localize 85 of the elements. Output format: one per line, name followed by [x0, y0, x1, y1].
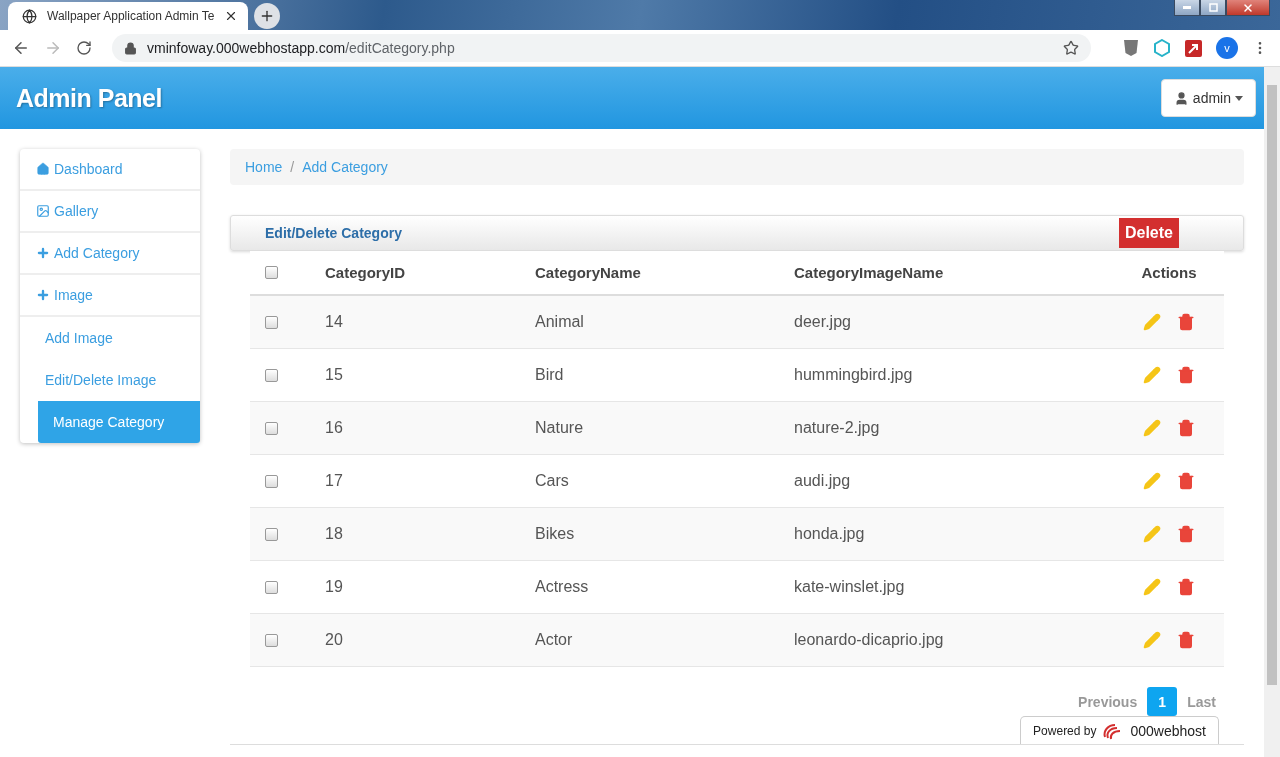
breadcrumb-separator: /	[290, 159, 295, 175]
restore-button[interactable]	[1200, 0, 1226, 16]
table-cell-text: kate-winslet.jpg	[793, 578, 906, 596]
delete-icon[interactable]	[1177, 525, 1195, 543]
column-header: CategoryImageName	[793, 264, 945, 281]
browser-tab[interactable]: Wallpaper Application Admin Te	[8, 2, 249, 30]
sidebar-item-label: Dashboard	[54, 161, 123, 177]
close-button[interactable]	[1226, 0, 1270, 16]
table-cell-text: 18	[324, 525, 344, 543]
checkbox[interactable]	[265, 368, 278, 382]
table-cell-text: deer.jpg	[793, 313, 852, 331]
sidebar-item[interactable]: Dashboard	[20, 149, 200, 191]
table-cell-text: Actor	[534, 631, 574, 649]
table-cell-text: 15	[324, 366, 344, 384]
user-menu-button[interactable]: admin	[1160, 79, 1256, 117]
table-cell-text: Nature	[534, 419, 585, 437]
table-cell-text: Bird	[534, 366, 565, 384]
checkbox[interactable]	[265, 266, 278, 279]
close-icon	[1242, 1, 1254, 14]
previous-link[interactable]: Previous	[1078, 693, 1138, 710]
sidebar-item[interactable]: Image	[20, 275, 200, 317]
table-cell-text: 14	[324, 313, 344, 331]
page-link[interactable]: 1	[1147, 687, 1178, 716]
address-bar[interactable]: vminfoway.000webhostapp.com/editCategory.php	[112, 34, 1091, 62]
checkbox[interactable]	[265, 633, 278, 647]
panel-title: Edit/Delete Category	[265, 225, 402, 241]
shield-icon[interactable]	[1123, 39, 1139, 57]
sidebar-item-label: Gallery	[54, 203, 99, 219]
table-cell-text: Actress	[534, 578, 590, 596]
breadcrumb-link[interactable]: Home	[245, 159, 283, 175]
sidebar-item[interactable]: Gallery	[20, 191, 200, 233]
delete-icon[interactable]	[1177, 419, 1195, 437]
column-header: CategoryID	[324, 264, 407, 281]
table-cell-text: 16	[324, 419, 344, 437]
delete-button[interactable]: Delete	[1118, 218, 1179, 248]
powered-by-badge[interactable]: Powered by 000webhost	[1020, 716, 1219, 744]
plus-icon	[36, 246, 50, 260]
app-title: Admin Panel	[16, 83, 162, 113]
table-cell-text: 17	[324, 472, 344, 490]
sidebar-subitem[interactable]: Edit/Delete Image	[20, 359, 200, 401]
profile-avatar[interactable]: v	[1216, 37, 1238, 59]
last-link[interactable]: Last	[1187, 693, 1216, 710]
column-header: Actions	[1140, 264, 1198, 281]
table-cell-text: nature-2.jpg	[793, 419, 881, 437]
user-icon	[1173, 90, 1189, 106]
delete-icon[interactable]	[1177, 472, 1195, 490]
brand-name: 000webhost	[1130, 722, 1206, 739]
delete-icon[interactable]	[1177, 578, 1195, 596]
sidebar-subitem[interactable]: Add Image	[20, 317, 200, 359]
caret-icon	[1235, 95, 1243, 101]
reload-icon[interactable]	[76, 40, 92, 56]
table-cell-text: leonardo-dicaprio.jpg	[793, 631, 945, 649]
sidebar-subitem[interactable]: Manage Category	[38, 401, 200, 443]
delete-icon[interactable]	[1177, 366, 1195, 384]
minimize-button[interactable]	[1174, 0, 1200, 16]
plus-icon	[36, 288, 50, 302]
picture-icon	[36, 204, 50, 218]
table-cell-text: 20	[324, 631, 344, 649]
checkbox[interactable]	[265, 421, 278, 435]
checkbox[interactable]	[265, 474, 278, 488]
back-icon[interactable]	[12, 39, 30, 57]
delete-icon[interactable]	[1177, 313, 1195, 331]
powered-by-text: Powered by	[1033, 723, 1097, 738]
sidebar-item[interactable]: Add Category	[20, 233, 200, 275]
table-cell-text: hummingbird.jpg	[793, 366, 914, 384]
breadcrumb-link[interactable]: Add Category	[302, 159, 388, 175]
sidebar-item-label: Add Category	[54, 245, 140, 261]
checkbox[interactable]	[265, 527, 278, 541]
hexagon-icon[interactable]	[1153, 39, 1171, 57]
table-cell-text: Animal	[534, 313, 585, 331]
table-cell-text: audi.jpg	[793, 472, 852, 490]
table-cell-text: Bikes	[534, 525, 576, 543]
delete-icon[interactable]	[1177, 631, 1195, 649]
checkbox[interactable]	[265, 580, 278, 594]
column-header: CategoryName	[534, 264, 642, 281]
checkbox[interactable]	[265, 315, 278, 329]
new-tab-button[interactable]	[254, 3, 281, 29]
table-cell-text: Cars	[534, 472, 570, 490]
home-icon	[36, 162, 50, 176]
restore-icon	[1208, 3, 1218, 12]
minimize-icon	[1183, 6, 1191, 9]
globe-icon	[22, 8, 37, 24]
sidebar-item-label: Image	[54, 287, 93, 303]
table-cell-text: honda.jpg	[793, 525, 866, 543]
table-cell-text: 19	[324, 578, 344, 596]
